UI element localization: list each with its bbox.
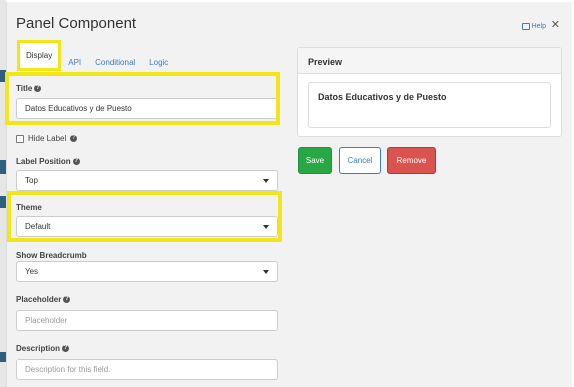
label-position-value: Top [25,176,38,185]
remove-button[interactable]: Remove [387,147,436,174]
tab-display[interactable]: Display [17,40,62,71]
question-icon: ? [62,345,70,352]
hide-label-text: Hide Label [28,134,67,143]
save-button[interactable]: Save [298,147,332,174]
tab-api[interactable]: API [61,49,88,71]
cancel-button[interactable]: Cancel [339,147,381,174]
panel-component-modal: Panel Component Help ✕ Display API Condi… [5,2,572,387]
label-position-label: Label Position ? [16,157,80,166]
help-label: Help [531,23,546,30]
chevron-down-icon [263,179,269,183]
preview-panel-title: Datos Educativos y de Puesto [308,82,551,128]
description-label: Description ? [16,344,70,353]
tab-bar: Display API Conditional Logic [17,40,175,71]
tab-logic[interactable]: Logic [142,49,175,71]
help-link[interactable]: Help [521,23,546,30]
external-link-icon [521,23,530,30]
question-icon: ? [72,158,80,165]
placeholder-input[interactable]: Placeholder [16,310,278,331]
highlight-title [5,72,280,125]
label-position-select[interactable]: Top [16,170,278,191]
placeholder-label-text: Placeholder [16,295,62,304]
question-icon: ? [70,135,78,142]
highlight-theme [7,191,282,242]
hide-label-checkbox[interactable] [16,134,24,143]
description-input[interactable]: Description for this field. [16,359,278,380]
show-breadcrumb-text: Show Breadcrumb [16,251,87,260]
description-label-text: Description [16,344,61,353]
show-breadcrumb-select[interactable]: Yes [16,261,278,282]
modal-title: Panel Component [16,15,137,32]
show-breadcrumb-label: Show Breadcrumb [16,251,87,260]
close-icon[interactable]: ✕ [551,18,560,31]
show-breadcrumb-value: Yes [25,267,39,276]
question-icon: ? [63,296,71,303]
tab-conditional[interactable]: Conditional [88,49,142,71]
placeholder-label: Placeholder ? [16,295,71,304]
preview-panel: Preview Datos Educativos y de Puesto [297,47,562,137]
preview-heading: Preview [298,48,561,74]
label-position-text: Label Position [16,157,71,166]
hide-label-row[interactable]: Hide Label ? [16,134,78,143]
chevron-down-icon [263,270,269,274]
